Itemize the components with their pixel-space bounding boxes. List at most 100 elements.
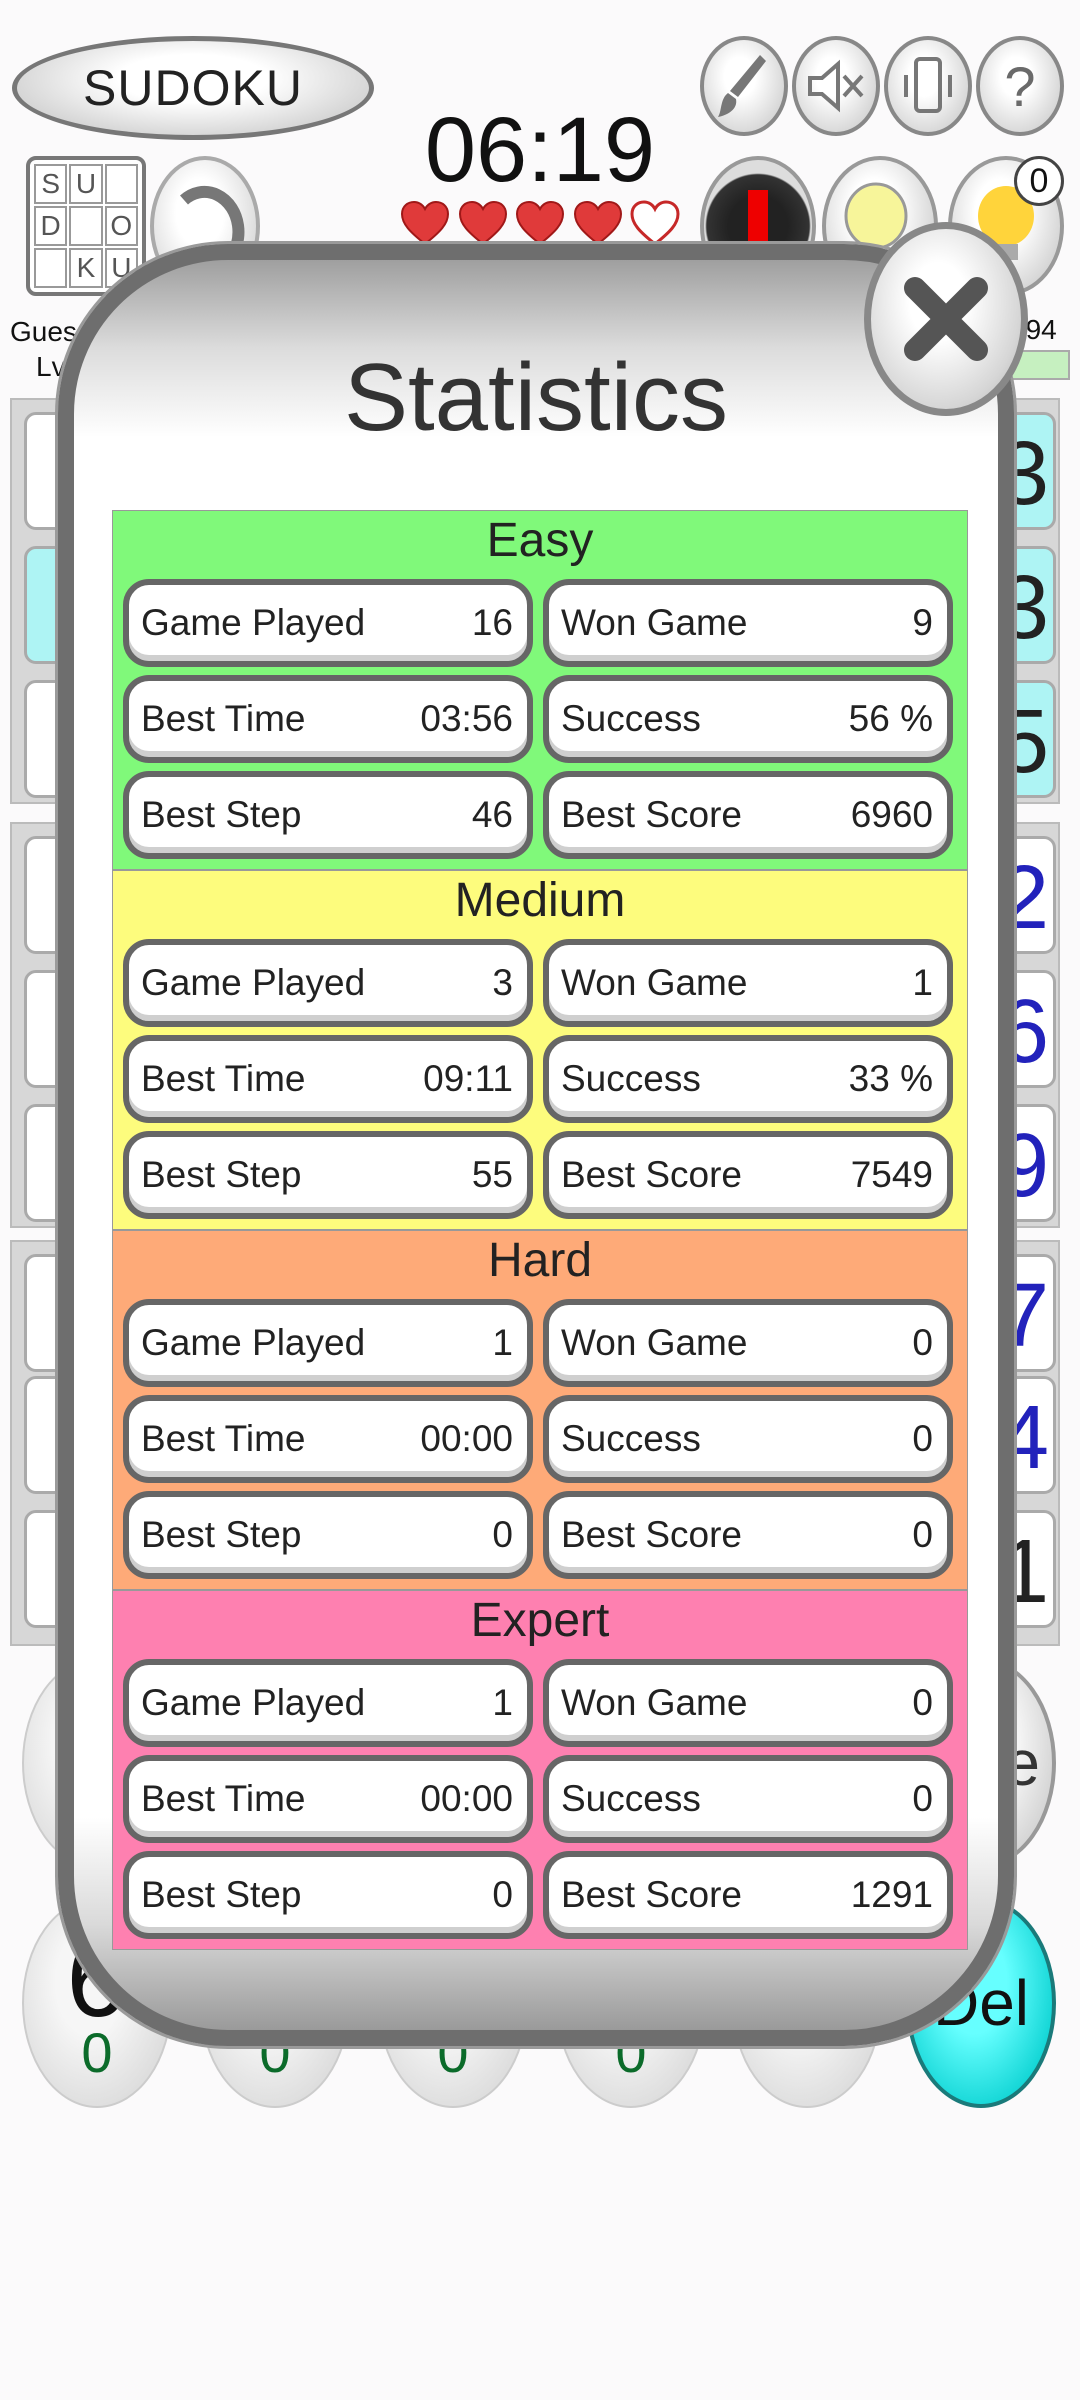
stat-value: 0 bbox=[492, 1514, 513, 1555]
stat-label: Best Score bbox=[561, 1874, 742, 1915]
stat-best-step: Best Step 55 bbox=[123, 1131, 533, 1219]
section-title: Expert bbox=[470, 1594, 610, 1647]
stat-value: 3 bbox=[492, 962, 513, 1003]
stat-best-step: Best Step 46 bbox=[123, 771, 533, 859]
logo-grid-letter: K bbox=[69, 248, 103, 288]
logo-grid-letter: O bbox=[104, 206, 138, 246]
stat-label: Best Time bbox=[141, 1418, 306, 1459]
stat-value: 0 bbox=[912, 1418, 933, 1459]
stat-value: 1291 bbox=[850, 1874, 933, 1915]
stat-game-played: Game Played 3 bbox=[123, 939, 533, 1027]
stat-label: Success bbox=[561, 698, 701, 739]
stat-best-time: Best Time 00:00 bbox=[123, 1755, 533, 1843]
stat-value: 33 % bbox=[848, 1058, 933, 1099]
heart-full-icon bbox=[573, 200, 622, 246]
stats-section-hard: Hard Game Played 1 Won Game 0 Best Time 00:00 S… bbox=[112, 1230, 968, 1590]
stat-best-score: Best Score 0 bbox=[543, 1491, 953, 1579]
stat-game-played: Game Played 1 bbox=[123, 1299, 533, 1387]
stat-value: 03:56 bbox=[420, 698, 513, 739]
close-dialog-button[interactable] bbox=[864, 222, 1028, 416]
logo-grid-letter bbox=[104, 164, 138, 204]
stat-label: Success bbox=[561, 1778, 701, 1819]
stat-label: Best Step bbox=[141, 1514, 302, 1555]
vibration-toggle-button[interactable] bbox=[884, 36, 972, 136]
stat-value: 9 bbox=[912, 602, 933, 643]
stat-value: 0 bbox=[492, 1874, 513, 1915]
section-title: Medium bbox=[454, 874, 626, 927]
stat-best-score: Best Score 6960 bbox=[543, 771, 953, 859]
stat-label: Won Game bbox=[561, 1322, 748, 1363]
stat-value: 6960 bbox=[850, 794, 933, 835]
game-timer: 06:19 bbox=[424, 99, 656, 201]
brush-icon bbox=[718, 55, 766, 117]
theme-brush-button[interactable] bbox=[700, 36, 788, 136]
stats-section-easy: Easy Game Played 16 Won Game 9 Best Time 03:56… bbox=[112, 510, 968, 870]
stat-value: 1 bbox=[912, 962, 933, 1003]
section-title: Easy bbox=[486, 514, 594, 567]
stats-section-expert: Expert Game Played 1 Won Game 0 Best Time 00:0… bbox=[112, 1590, 968, 1950]
hint-count-badge: 0 bbox=[1014, 156, 1064, 206]
stat-value: 7549 bbox=[850, 1154, 933, 1195]
stat-value: 00:00 bbox=[420, 1418, 513, 1459]
stat-label: Won Game bbox=[561, 962, 748, 1003]
logo-grid-letter: D bbox=[34, 206, 68, 246]
stat-value: 00:00 bbox=[420, 1778, 513, 1819]
heart-empty-icon bbox=[630, 200, 680, 246]
heart-full-icon bbox=[515, 200, 565, 246]
stat-label: Best Time bbox=[141, 1058, 306, 1099]
stat-game-played: Game Played 1 bbox=[123, 1659, 533, 1747]
stat-label: Game Played bbox=[141, 962, 366, 1003]
stat-label: Best Step bbox=[141, 794, 302, 835]
stat-label: Best Score bbox=[561, 1514, 742, 1555]
stat-value: 16 bbox=[471, 602, 513, 643]
stat-won-game: Won Game 0 bbox=[543, 1299, 953, 1387]
stat-label: Best Step bbox=[141, 1874, 302, 1915]
heart-full-icon bbox=[400, 200, 450, 246]
stat-label: Game Played bbox=[141, 1322, 366, 1363]
stat-value: 1 bbox=[492, 1682, 513, 1723]
phone-vibrate-icon bbox=[904, 57, 952, 113]
stat-value: 0 bbox=[912, 1778, 933, 1819]
stat-label: Best Score bbox=[561, 794, 742, 835]
stat-best-time: Best Time 00:00 bbox=[123, 1395, 533, 1483]
stat-game-played: Game Played 16 bbox=[123, 579, 533, 667]
stat-value: 46 bbox=[471, 794, 513, 835]
stat-label: Success bbox=[561, 1418, 701, 1459]
sound-toggle-button[interactable] bbox=[792, 36, 880, 136]
help-button[interactable]: ? bbox=[976, 36, 1064, 136]
heart-full-icon bbox=[458, 200, 507, 246]
stat-success: Success 0 bbox=[543, 1395, 953, 1483]
stat-label: Won Game bbox=[561, 1682, 748, 1723]
dialog-title: Statistics bbox=[343, 344, 729, 451]
stat-value: 0 bbox=[912, 1514, 933, 1555]
stat-best-score: Best Score 1291 bbox=[543, 1851, 953, 1939]
stat-value: 56 % bbox=[848, 698, 933, 739]
stat-value: 0 bbox=[912, 1322, 933, 1363]
stat-best-time: Best Time 03:56 bbox=[123, 675, 533, 763]
close-icon bbox=[904, 277, 988, 361]
stat-label: Game Played bbox=[141, 602, 366, 643]
player-label: Gues bbox=[10, 316, 77, 347]
question-mark-icon: ? bbox=[1004, 54, 1036, 118]
logo-grid-letter bbox=[69, 206, 103, 246]
stat-best-step: Best Step 0 bbox=[123, 1851, 533, 1939]
logo-grid-letter: U bbox=[69, 164, 103, 204]
sudoku-logo: SUDOKU bbox=[12, 36, 374, 140]
stat-value: 0 bbox=[912, 1682, 933, 1723]
stat-label: Won Game bbox=[561, 602, 748, 643]
stat-label: Success bbox=[561, 1058, 701, 1099]
sound-muted-icon bbox=[808, 59, 864, 113]
stat-label: Game Played bbox=[141, 1682, 366, 1723]
section-title: Hard bbox=[487, 1234, 593, 1287]
stat-best-score: Best Score 7549 bbox=[543, 1131, 953, 1219]
stat-success: Success 0 bbox=[543, 1755, 953, 1843]
stat-success: Success 56 % bbox=[543, 675, 953, 763]
stat-best-time: Best Time 09:11 bbox=[123, 1035, 533, 1123]
stat-won-game: Won Game 1 bbox=[543, 939, 953, 1027]
stat-won-game: Won Game 0 bbox=[543, 1659, 953, 1747]
lives-indicator bbox=[400, 200, 680, 246]
stat-value: 09:11 bbox=[423, 1058, 513, 1099]
logo-grid-letter: S bbox=[34, 164, 68, 204]
stat-label: Best Time bbox=[141, 698, 306, 739]
stat-success: Success 33 % bbox=[543, 1035, 953, 1123]
